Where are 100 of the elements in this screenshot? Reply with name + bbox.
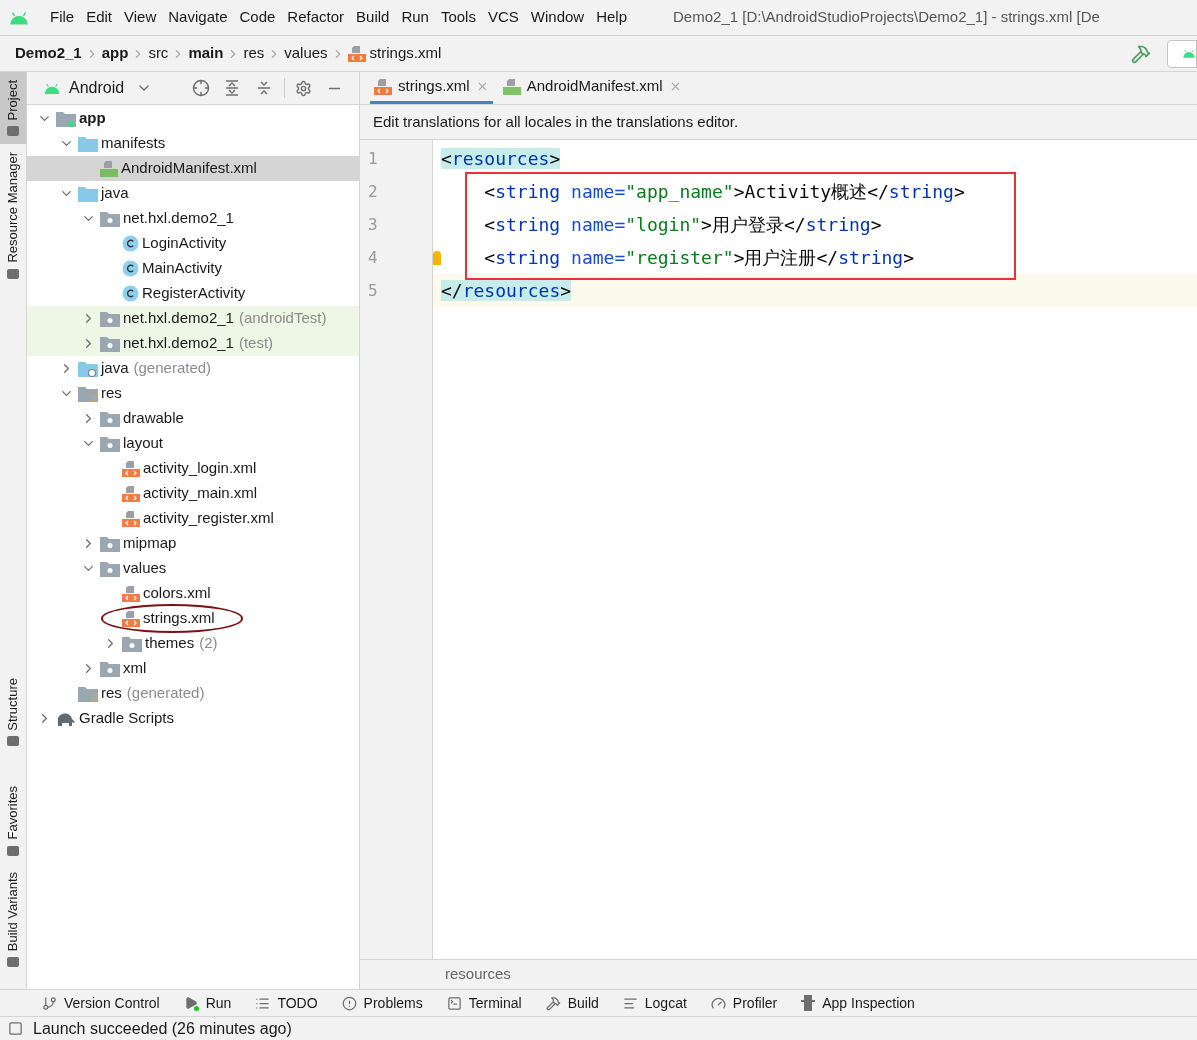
code-line: <string name="app_name">Activity概述</string> xyxy=(483,179,965,204)
hammer-icon[interactable] xyxy=(1131,43,1151,64)
tree-row[interactable]: layout xyxy=(27,431,359,456)
package-folder-icon xyxy=(100,410,120,427)
breadcrumb-item[interactable]: src xyxy=(148,42,169,65)
tree-label: LoginActivity xyxy=(142,233,227,254)
xml-file-icon xyxy=(122,585,140,602)
tree-row[interactable]: manifests xyxy=(27,131,359,156)
tree-row[interactable]: MainActivity xyxy=(27,256,359,281)
tool-window-button[interactable]: Terminal xyxy=(468,992,522,1014)
tree-row[interactable]: activity_main.xml xyxy=(27,481,359,506)
terminal-icon xyxy=(446,995,462,1011)
elephant-icon xyxy=(56,711,76,726)
resource-folder-icon xyxy=(78,685,98,702)
tree-suffix: (test) xyxy=(238,333,274,354)
breadcrumb-item[interactable]: main xyxy=(188,42,224,65)
line-number: 2 xyxy=(368,180,378,203)
tree-label: activity_register.xml xyxy=(143,508,274,529)
tree-label: layout xyxy=(123,433,164,454)
tree-row[interactable]: net.hxl.demo2_1 (test) xyxy=(27,331,359,356)
branch-icon xyxy=(42,995,57,1011)
code-line: <resources> xyxy=(441,146,561,171)
menu-item[interactable]: Edit xyxy=(80,6,119,29)
collapse-all-icon[interactable] xyxy=(256,80,272,96)
tree-row[interactable]: java (generated) xyxy=(27,356,359,381)
view-selector[interactable]: Android xyxy=(69,76,125,100)
menu-item[interactable]: File xyxy=(44,6,81,29)
folder-icon xyxy=(78,185,98,202)
tree-row[interactable]: LoginActivity xyxy=(27,231,359,256)
menu-item[interactable]: View xyxy=(118,6,163,29)
code-line: <string name="register">用户注册</string> xyxy=(483,245,914,270)
android-logo xyxy=(8,10,30,25)
window-title: Demo2_1 [D:\AndroidStudioProjects\Demo2_1] - strings.xml [De xyxy=(673,7,1100,28)
menu-item[interactable]: Code xyxy=(233,6,282,29)
tree-label: app xyxy=(79,108,106,129)
tree-row[interactable]: activity_register.xml xyxy=(27,506,359,531)
class-icon xyxy=(122,285,139,302)
tool-window-tab[interactable]: Build Variants xyxy=(0,863,26,975)
tree-row[interactable]: colors.xml xyxy=(27,581,359,606)
tree-row[interactable]: drawable xyxy=(27,406,359,431)
tree-row[interactable]: mipmap xyxy=(27,531,359,556)
tree-label: colors.xml xyxy=(143,583,211,604)
settings-icon[interactable] xyxy=(295,79,312,97)
tree-row[interactable]: net.hxl.demo2_1 (androidTest) xyxy=(27,306,359,331)
menu-item[interactable]: Window xyxy=(524,6,591,29)
menu-item[interactable]: Run xyxy=(395,6,435,29)
class-icon xyxy=(122,260,139,277)
menu-item[interactable]: Navigate xyxy=(162,6,234,29)
editor-tab[interactable]: strings.xml xyxy=(370,72,493,104)
tree-suffix: (generated) xyxy=(126,683,205,704)
breadcrumb-item[interactable]: app xyxy=(101,42,129,65)
gauge-icon xyxy=(710,995,726,1011)
expand-all-icon[interactable] xyxy=(224,80,240,96)
tree-row[interactable]: Gradle Scripts xyxy=(27,706,359,731)
tree-row[interactable]: xml xyxy=(27,656,359,681)
xml-file-icon xyxy=(374,78,392,95)
menu-item[interactable]: Tools xyxy=(434,6,482,29)
menu-item[interactable]: Refactor xyxy=(281,6,351,29)
tool-window-tab[interactable]: Favorites xyxy=(0,778,26,864)
tree-row[interactable]: res (generated) xyxy=(27,681,359,706)
breadcrumb-item[interactable]: values xyxy=(284,42,328,65)
tree-row[interactable]: net.hxl.demo2_1 xyxy=(27,206,359,231)
tool-window-tab[interactable]: Resource Manager xyxy=(0,144,26,288)
menu-item[interactable]: VCS xyxy=(481,6,525,29)
menu-item[interactable]: Build xyxy=(350,6,396,29)
tree-row[interactable]: java xyxy=(27,181,359,206)
tool-window-tab[interactable]: Structure xyxy=(0,669,26,755)
tool-window-button[interactable]: Profiler xyxy=(732,992,778,1014)
locate-icon[interactable] xyxy=(192,79,210,97)
breadcrumb-item[interactable]: Demo2_1 xyxy=(15,42,82,65)
tool-window-button[interactable]: Build xyxy=(567,992,599,1014)
code-line: </resources> xyxy=(441,278,572,303)
tree-row[interactable]: app xyxy=(27,106,359,131)
tree-row[interactable]: RegisterActivity xyxy=(27,281,359,306)
tree-row[interactable]: res xyxy=(27,381,359,406)
menu-item[interactable]: Help xyxy=(590,6,634,29)
xml-file-icon xyxy=(347,45,366,62)
editor-tab[interactable]: AndroidManifest.xml xyxy=(498,72,686,104)
tool-window-tab[interactable]: Project xyxy=(0,72,26,145)
structure-breadcrumb[interactable]: resources xyxy=(445,963,511,986)
tool-window-button[interactable]: TODO xyxy=(277,992,318,1014)
tool-window-button[interactable]: Problems xyxy=(363,992,423,1014)
tree-label: activity_login.xml xyxy=(143,458,257,479)
tool-window-button[interactable]: Run xyxy=(205,992,232,1014)
package-folder-icon xyxy=(100,660,120,677)
package-folder-icon xyxy=(100,535,120,552)
tree-row[interactable]: strings.xml xyxy=(27,606,359,631)
breadcrumb-item[interactable]: res xyxy=(243,42,265,65)
tree-label: drawable xyxy=(123,408,184,429)
tool-window-button[interactable]: App Inspection xyxy=(822,992,915,1014)
android-icon xyxy=(1182,49,1196,58)
breadcrumb-item[interactable]: strings.xml xyxy=(369,42,442,65)
tree-row[interactable]: activity_login.xml xyxy=(27,456,359,481)
tool-window-button[interactable]: Version Control xyxy=(64,992,160,1014)
tree-row[interactable]: values xyxy=(27,556,359,581)
tool-window-button[interactable]: Logcat xyxy=(644,992,687,1014)
tree-row[interactable]: AndroidManifest.xml xyxy=(27,156,359,181)
tree-row[interactable]: themes (2) xyxy=(27,631,359,656)
tree-label: values xyxy=(123,558,167,579)
status-toggle-icon[interactable] xyxy=(8,1021,23,1036)
